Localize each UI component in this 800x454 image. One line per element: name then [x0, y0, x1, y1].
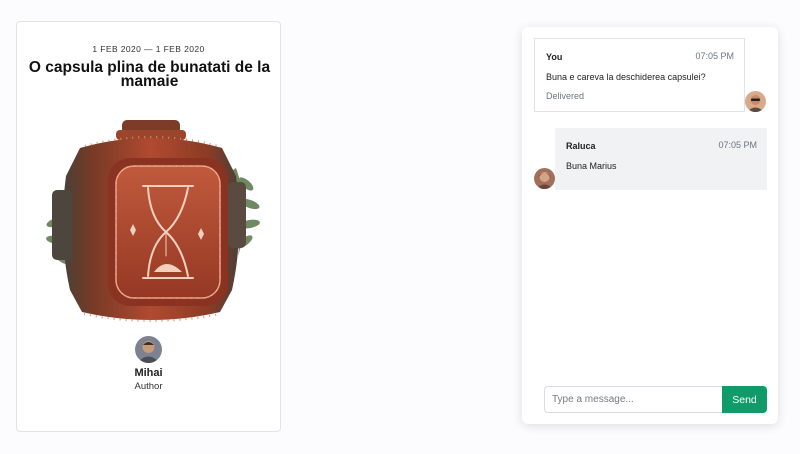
author-avatar: [135, 336, 162, 363]
avatar-raluca: [534, 168, 555, 189]
author-role: Author: [134, 381, 163, 392]
message-sender: You: [546, 52, 563, 62]
capsule-dates: 1 FEB 2020 — 1 FEB 2020: [92, 44, 205, 54]
capsule-illustration: [46, 120, 260, 322]
message-status: Delivered: [546, 91, 585, 101]
message-text: Buna e careva la deschiderea capsulei?: [546, 72, 706, 82]
capsule-card: 1 FEB 2020 — 1 FEB 2020 O capsula plina …: [16, 21, 281, 432]
capsule-title: O capsula plina de bunatati de la mamaie: [28, 59, 271, 90]
chat-panel: You 07:05 PM Buna e careva la deschidere…: [522, 27, 778, 424]
author-name: Mihai: [134, 367, 163, 379]
send-button[interactable]: Send: [722, 386, 767, 413]
message-outgoing: You 07:05 PM Buna e careva la deschidere…: [534, 38, 745, 112]
avatar-you: [745, 91, 766, 112]
message-time: 07:05 PM: [718, 140, 757, 150]
message-text: Buna Marius: [566, 161, 617, 171]
message-time: 07:05 PM: [695, 51, 734, 61]
message-sender: Raluca: [566, 141, 596, 151]
message-input[interactable]: [544, 386, 723, 413]
message-incoming: Raluca 07:05 PM Buna Marius: [555, 128, 767, 190]
